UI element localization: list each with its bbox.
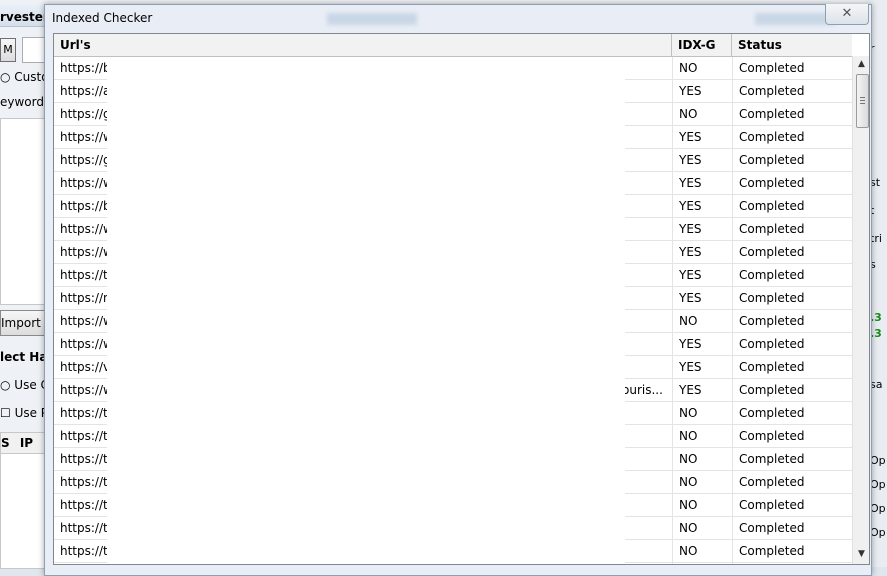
idx-g-cell: NO bbox=[672, 425, 732, 447]
status-cell: Completed bbox=[732, 172, 852, 194]
scrollbar-thumb[interactable] bbox=[856, 74, 869, 128]
status-cell: Completed bbox=[732, 126, 852, 148]
idx-g-cell: YES bbox=[672, 149, 732, 171]
status-cell: Completed bbox=[732, 540, 852, 562]
grip-line bbox=[860, 100, 865, 101]
idx-g-cell: YES bbox=[672, 218, 732, 240]
idx-g-cell: NO bbox=[672, 517, 732, 539]
url-suffix-text: ouris... bbox=[622, 383, 663, 397]
vertical-scrollbar[interactable]: ▲ ▼ bbox=[852, 56, 869, 564]
url-text: https://w bbox=[60, 130, 113, 144]
background-proxy-table-header: S IP bbox=[0, 432, 48, 454]
url-text: https://gl bbox=[60, 107, 114, 121]
results-table[interactable]: Url's IDX-G Status https://bl NO Completed… bbox=[53, 33, 870, 565]
idx-g-cell: NO bbox=[672, 103, 732, 125]
status-cell: Completed bbox=[732, 218, 852, 240]
idx-g-cell: NO bbox=[672, 448, 732, 470]
close-icon: ✕ bbox=[841, 6, 853, 21]
idx-g-cell: NO bbox=[672, 494, 732, 516]
column-header-status[interactable]: Status bbox=[732, 34, 852, 56]
url-text: https://bl bbox=[60, 61, 114, 75]
background-right-label[interactable]: Op bbox=[870, 502, 886, 515]
background-proxy-col-s: S bbox=[1, 436, 10, 450]
status-cell: Completed bbox=[732, 103, 852, 125]
status-cell: Completed bbox=[732, 195, 852, 217]
url-text: https://w bbox=[60, 314, 113, 328]
background-m-button[interactable]: M bbox=[0, 38, 16, 62]
url-text: https://w bbox=[60, 337, 113, 351]
background-proxy-list[interactable] bbox=[0, 453, 48, 569]
scroll-up-arrow-icon[interactable]: ▲ bbox=[853, 56, 869, 73]
indexed-checker-dialog: Indexed Checker ✕ Url's IDX-G Status htt… bbox=[44, 4, 872, 576]
status-cell: Completed bbox=[732, 425, 852, 447]
status-cell: Completed bbox=[732, 333, 852, 355]
idx-g-cell: YES bbox=[672, 264, 732, 286]
status-cell: Completed bbox=[732, 241, 852, 263]
background-right-label[interactable]: Op bbox=[870, 454, 886, 467]
background-proxy-col-ip: IP bbox=[19, 436, 34, 450]
idx-g-cell: YES bbox=[672, 379, 732, 401]
idx-g-cell: YES bbox=[672, 195, 732, 217]
status-cell: Completed bbox=[732, 517, 852, 539]
blurred-title-text bbox=[327, 13, 417, 25]
idx-g-cell: YES bbox=[672, 356, 732, 378]
url-text: https://w bbox=[60, 176, 113, 190]
status-cell: Completed bbox=[732, 80, 852, 102]
grip-line bbox=[860, 103, 865, 104]
column-header-idx-g[interactable]: IDX-G bbox=[672, 34, 732, 56]
idx-g-cell: NO bbox=[672, 57, 732, 79]
idx-g-cell: NO bbox=[672, 471, 732, 493]
background-keywords-label: eywords bbox=[0, 95, 51, 109]
grip-line bbox=[860, 97, 865, 98]
status-cell: Completed bbox=[732, 471, 852, 493]
url-text: https://w bbox=[60, 383, 113, 397]
blurred-title-text bbox=[755, 13, 835, 25]
status-cell: Completed bbox=[732, 494, 852, 516]
status-cell: Completed bbox=[732, 287, 852, 309]
idx-g-cell: YES bbox=[672, 241, 732, 263]
status-cell: Completed bbox=[732, 264, 852, 286]
table-header: Url's IDX-G Status bbox=[54, 34, 852, 57]
idx-g-cell: YES bbox=[672, 126, 732, 148]
url-text: https://w bbox=[60, 245, 113, 259]
dialog-title: Indexed Checker bbox=[52, 11, 153, 25]
idx-g-cell: YES bbox=[672, 172, 732, 194]
idx-g-cell: NO bbox=[672, 310, 732, 332]
background-right-label[interactable]: Op bbox=[870, 478, 886, 491]
idx-g-cell: YES bbox=[672, 333, 732, 355]
idx-g-cell: YES bbox=[672, 80, 732, 102]
status-cell: Completed bbox=[732, 448, 852, 470]
idx-g-cell: NO bbox=[672, 540, 732, 562]
idx-g-cell: NO bbox=[672, 563, 732, 564]
status-cell: Completed bbox=[732, 149, 852, 171]
close-button[interactable]: ✕ bbox=[825, 4, 869, 25]
idx-g-cell: NO bbox=[672, 402, 732, 424]
status-cell: Completed bbox=[732, 563, 852, 564]
url-text: https://w bbox=[60, 222, 113, 236]
idx-g-cell: YES bbox=[672, 287, 732, 309]
background-import-button[interactable]: Import bbox=[0, 310, 47, 336]
column-header-url[interactable]: Url's bbox=[54, 34, 672, 56]
status-cell: Completed bbox=[732, 379, 852, 401]
status-cell: Completed bbox=[732, 57, 852, 79]
background-keyword-list[interactable] bbox=[0, 118, 48, 305]
scroll-down-arrow-icon[interactable]: ▼ bbox=[853, 546, 869, 563]
status-cell: Completed bbox=[732, 356, 852, 378]
status-cell: Completed bbox=[732, 310, 852, 332]
redacted-area bbox=[107, 57, 625, 564]
status-cell: Completed bbox=[732, 402, 852, 424]
background-right-label[interactable]: Op bbox=[870, 526, 886, 539]
